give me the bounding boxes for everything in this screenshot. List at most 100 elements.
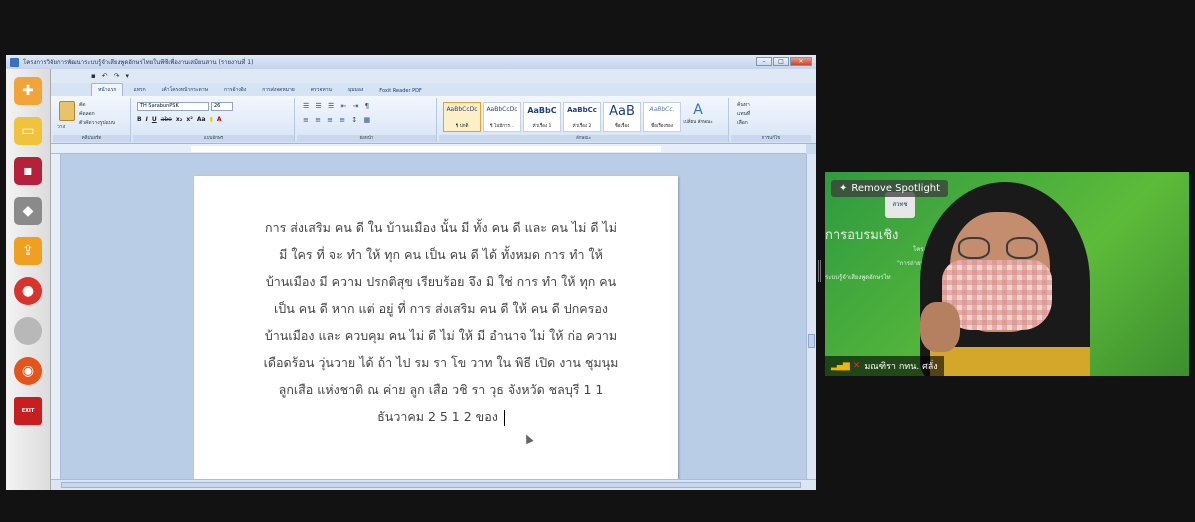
document-line: เป็น คน ดี หาก แต่ อยู่ ที่ การ ส่งเสริม… [274, 301, 608, 316]
style-heading-1[interactable]: AaBbC หัวเรื่อง 1 [523, 102, 561, 132]
change-styles-button[interactable]: A เปลี่ยน ลักษณะ [683, 102, 713, 132]
glasses-right [1006, 237, 1038, 259]
word-titlebar: โครงการวิจัยการพัฒนาระบบรู้จำเสียงพูดอัก… [6, 55, 816, 69]
maximize-button[interactable]: □ [773, 57, 789, 66]
qat-undo-icon[interactable]: ↶ [102, 72, 108, 80]
document-line: การ ส่งเสริม คน ดี ใน บ้านเมือง นั้น มี … [265, 220, 617, 235]
document-line: มี ใคร ที่ จะ ทำ ให้ ทุก คน เป็น คน ดี ไ… [279, 247, 603, 262]
remove-spotlight-button[interactable]: ✦ Remove Spotlight [831, 180, 949, 197]
change-case-button[interactable]: Aa [197, 116, 206, 123]
replace-button[interactable]: แทนที่ [737, 110, 750, 119]
select-button[interactable]: เลือก [737, 119, 750, 128]
qat-redo-icon[interactable]: ↷ [114, 72, 120, 80]
microphone-icon[interactable]: ● [14, 277, 42, 305]
align-buttons-icon[interactable]: ≡ ≡ ≡ ≡ ↕ ▦ [303, 116, 372, 124]
clipboard-group-label: คลิปบอร์ด [53, 135, 130, 142]
editing-group-label: การแก้ไข [731, 135, 811, 142]
font-group: TH SarabunPSK 26 B I U abe x₂ x² Aa ▮ A … [133, 98, 295, 142]
change-styles-label: เปลี่ยน ลักษณะ [683, 120, 713, 125]
style-sample: AaB [609, 104, 635, 119]
change-styles-icon: A [693, 102, 703, 118]
ribbon: วาง ตัด คัดลอก ตัวคัดวางรูปแบบ คลิปบอร์ด… [51, 96, 816, 144]
find-button[interactable]: ค้นหา [737, 101, 750, 110]
document-line: บ้านเมือง มี ความ ปรกติสุข เรียบร้อย จึง… [265, 274, 617, 289]
qat-save-icon[interactable]: ▪ [91, 72, 96, 80]
document-page[interactable]: การ ส่งเสริม คน ดี ใน บ้านเมือง นั้น มี … [194, 176, 678, 486]
document-line: บ้านเมือง และ ควบคุม คน ไม่ ดี ไม่ ให้ ม… [264, 328, 618, 343]
document-area: การ ส่งเสริม คน ดี ใน บ้านเมือง นั้น มี … [61, 154, 806, 486]
highlight-icon[interactable]: ▮ [210, 116, 213, 123]
split-resize-handle[interactable] [818, 260, 821, 282]
styles-gallery: AaBbCcDc ¶ ปกติ AaBbCcDc ¶ ไม่มีการ... A… [443, 102, 713, 132]
style-name: ชื่อเรื่อง [614, 124, 630, 129]
scroll-thumb[interactable] [808, 334, 815, 348]
shared-screen: โครงการวิจัยการพัฒนาระบบรู้จำเสียงพูดอัก… [6, 55, 816, 490]
document-body[interactable]: การ ส่งเสริม คน ดี ใน บ้านเมือง นั้น มี … [256, 214, 626, 430]
font-group-label: แบบอักษร [133, 135, 294, 142]
save-disk-icon[interactable]: ▪ [14, 157, 42, 185]
exit-button[interactable]: EXIT [14, 397, 42, 425]
paragraph-group-label: ย่อหน้า [297, 135, 436, 142]
editing-group: ค้นหา แทนที่ เลือก การแก้ไข [731, 98, 811, 142]
ruler-text-area [191, 146, 661, 152]
open-folder-icon[interactable]: ▭ [14, 117, 42, 145]
scroll-thumb[interactable] [61, 482, 801, 488]
clipboard-items: ตัด คัดลอก ตัวคัดวางรูปแบบ [79, 101, 115, 128]
background-title: การอบรมเชิง [825, 228, 899, 243]
ribbon-tabs: หน้าแรก แทรก เค้าโครงหน้ากระดาษ การอ้างอ… [51, 83, 816, 96]
cut-button[interactable]: ตัด [79, 101, 115, 110]
quick-access-toolbar: ▪ ↶ ↷ ▾ [51, 69, 816, 83]
vertical-ruler[interactable] [51, 154, 61, 479]
pin-icon: ✦ [839, 183, 848, 194]
subscript-button[interactable]: x₂ [176, 116, 183, 123]
font-name-select[interactable]: TH SarabunPSK [137, 102, 209, 111]
underline-button[interactable]: U [152, 116, 157, 123]
tab-foxit[interactable]: Foxit Reader PDF [373, 86, 428, 96]
horizontal-ruler[interactable] [51, 144, 806, 154]
background-line: ระบบรู้จำเสียงพูดอักษรไท [825, 274, 891, 281]
minimize-button[interactable]: – [756, 57, 772, 66]
participant-shirt [930, 347, 1090, 376]
copy-button[interactable]: คัดลอก [79, 110, 115, 119]
bold-button[interactable]: B [137, 116, 142, 123]
meeting-stage: โครงการวิจัยการพัฒนาระบบรู้จำเสียงพูดอัก… [0, 0, 1195, 522]
tab-mailings[interactable]: การส่งจดหมาย [256, 84, 301, 96]
settings-ring-icon[interactable]: ◉ [14, 357, 42, 385]
horizontal-scrollbar[interactable] [51, 479, 816, 490]
mic-muted-icon: ✕ [852, 361, 861, 371]
superscript-button[interactable]: x² [186, 116, 193, 123]
paste-icon[interactable] [59, 101, 75, 121]
tab-references[interactable]: การอ้างอิง [218, 84, 252, 96]
tab-review[interactable]: ตรวจทาน [305, 84, 338, 96]
tab-insert[interactable]: แทรก [127, 84, 151, 96]
qat-more-icon[interactable]: ▾ [126, 72, 130, 80]
device-icon[interactable]: ◆ [14, 197, 42, 225]
vertical-scrollbar[interactable] [806, 154, 816, 479]
tab-home[interactable]: หน้าแรก [91, 83, 124, 96]
new-document-icon[interactable]: ✚ [14, 77, 42, 105]
close-button[interactable]: ✕ [790, 57, 812, 66]
style-sample: AaBbCc [567, 106, 597, 114]
style-subtitle[interactable]: AaBbCc. ชื่อเรื่องรอง [643, 102, 681, 132]
mouse-pointer-icon [522, 432, 534, 445]
font-size-select[interactable]: 26 [211, 102, 233, 111]
format-painter-button[interactable]: ตัวคัดวางรูปแบบ [79, 119, 115, 128]
style-normal[interactable]: AaBbCcDc ¶ ปกติ [443, 102, 481, 132]
clipboard-group: วาง ตัด คัดลอก ตัวคัดวางรูปแบบ คลิปบอร์ด [53, 98, 131, 142]
window-title: โครงการวิจัยการพัฒนาระบบรู้จำเสียงพูดอัก… [23, 59, 254, 66]
style-heading-2[interactable]: AaBbCc หัวเรื่อง 2 [563, 102, 601, 132]
style-name: หัวเรื่อง 1 [532, 124, 552, 129]
style-title[interactable]: AaB ชื่อเรื่อง [603, 102, 641, 132]
strikethrough-button[interactable]: abe [161, 116, 172, 123]
paste-label: วาง [57, 124, 66, 130]
font-color-icon[interactable]: A [217, 116, 222, 123]
tab-page-layout[interactable]: เค้าโครงหน้ากระดาษ [156, 84, 214, 96]
participant-video[interactable]: สวทช การอบรมเชิง โครงก "การถ่ายทอดเ ระบบ… [825, 172, 1189, 376]
paragraph-group: ☰ ☰ ☰ ⇤ ⇥ ¶ ≡ ≡ ≡ ≡ ↕ ▦ ย่อหน้า [297, 98, 437, 142]
list-buttons-icon[interactable]: ☰ ☰ ☰ ⇤ ⇥ ¶ [303, 102, 371, 110]
tab-view[interactable]: มุมมอง [342, 84, 369, 96]
style-sample: AaBbCcDc [486, 106, 518, 113]
italic-button[interactable]: I [146, 116, 148, 123]
style-no-spacing[interactable]: AaBbCcDc ¶ ไม่มีการ... [483, 102, 521, 132]
upload-icon[interactable]: ⇪ [14, 237, 42, 265]
